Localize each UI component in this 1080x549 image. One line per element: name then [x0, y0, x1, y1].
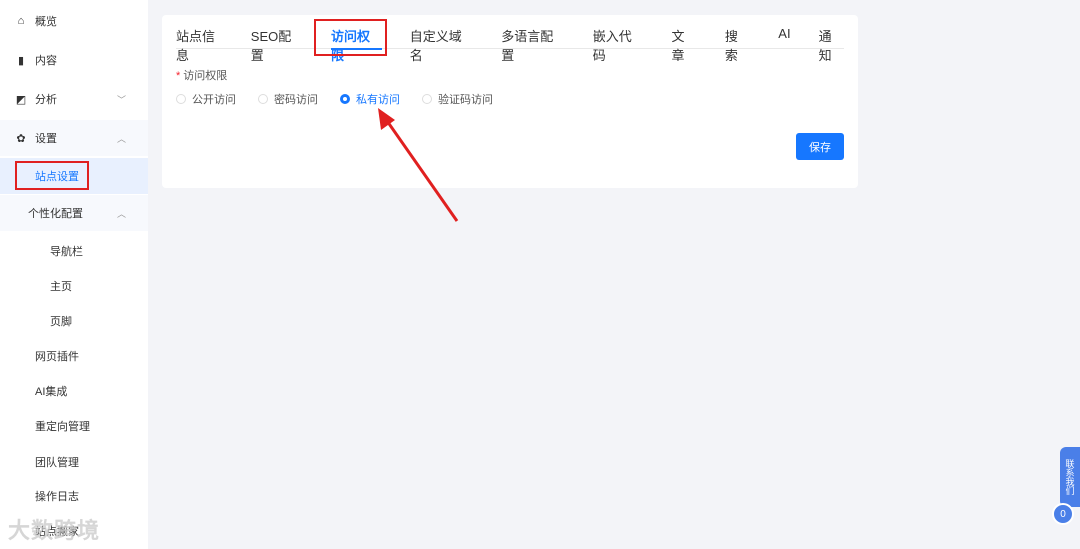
- message-badge[interactable]: 0: [1052, 503, 1074, 525]
- annotation-arrow: [378, 108, 459, 222]
- contact-us-button[interactable]: 联系我们: [1060, 447, 1080, 507]
- watermark: 大数跨境: [8, 518, 101, 543]
